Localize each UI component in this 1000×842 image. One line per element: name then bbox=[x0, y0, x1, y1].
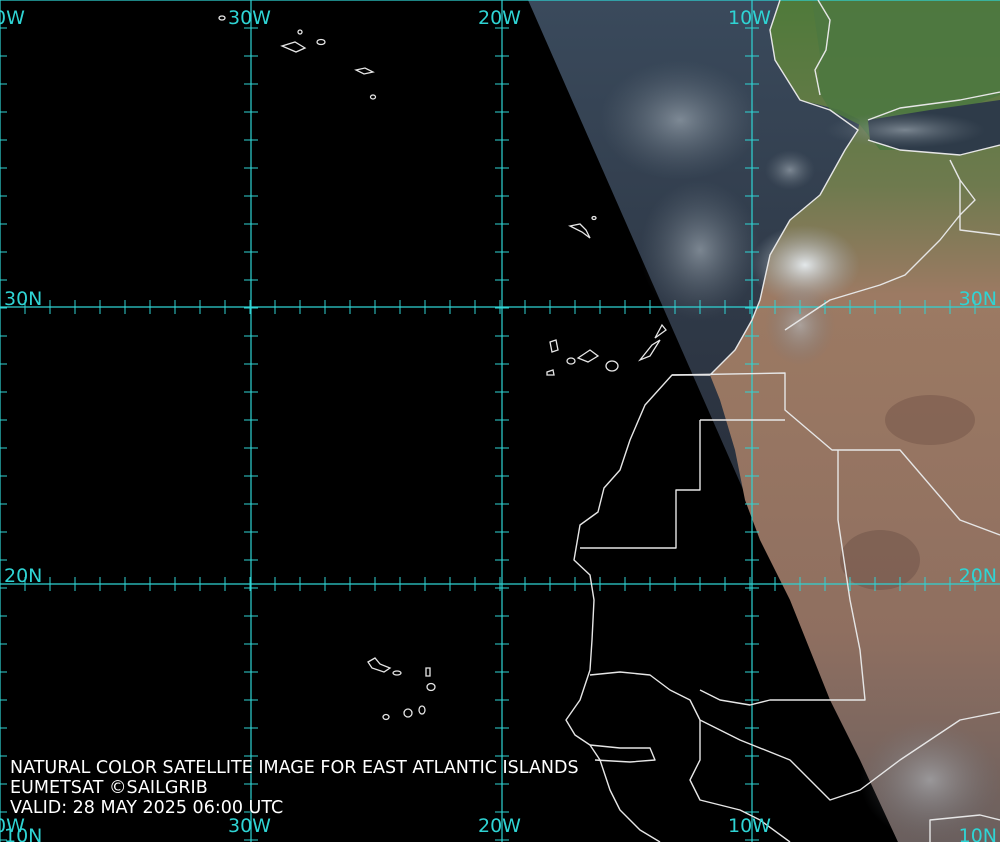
image-caption: NATURAL COLOR SATELLITE IMAGE FOR EAST A… bbox=[10, 758, 579, 818]
lat-label-right-30n: 30N bbox=[959, 288, 997, 310]
lat-label-left-10n: 10N bbox=[4, 825, 42, 842]
lat-label-right-20n: 20N bbox=[959, 565, 997, 587]
lon-label-top-10w: 10W bbox=[728, 7, 771, 29]
caption-valid-time: VALID: 28 MAY 2025 06:00 UTC bbox=[10, 798, 284, 818]
lat-label-right-10n: 10N bbox=[959, 825, 997, 842]
lon-label-bottom-10w: 10W bbox=[728, 815, 771, 837]
caption-title: NATURAL COLOR SATELLITE IMAGE FOR EAST A… bbox=[10, 758, 579, 778]
lon-label-top-0: 0W bbox=[0, 7, 25, 29]
lon-label-bottom-30w: 30W bbox=[228, 815, 271, 837]
lat-label-left-20n: 20N bbox=[4, 565, 42, 587]
caption-credit: EUMETSAT ©SAILGRIB bbox=[10, 778, 208, 798]
lat-label-left-30n: 30N bbox=[4, 288, 42, 310]
lon-label-top-20w: 20W bbox=[478, 7, 521, 29]
lon-label-top-30w: 30W bbox=[228, 7, 271, 29]
lon-label-bottom-20w: 20W bbox=[478, 815, 521, 837]
satellite-map: 0W 30W 20W 10W 0W 30W 20W 10W 30N 20N 10… bbox=[0, 0, 1000, 842]
